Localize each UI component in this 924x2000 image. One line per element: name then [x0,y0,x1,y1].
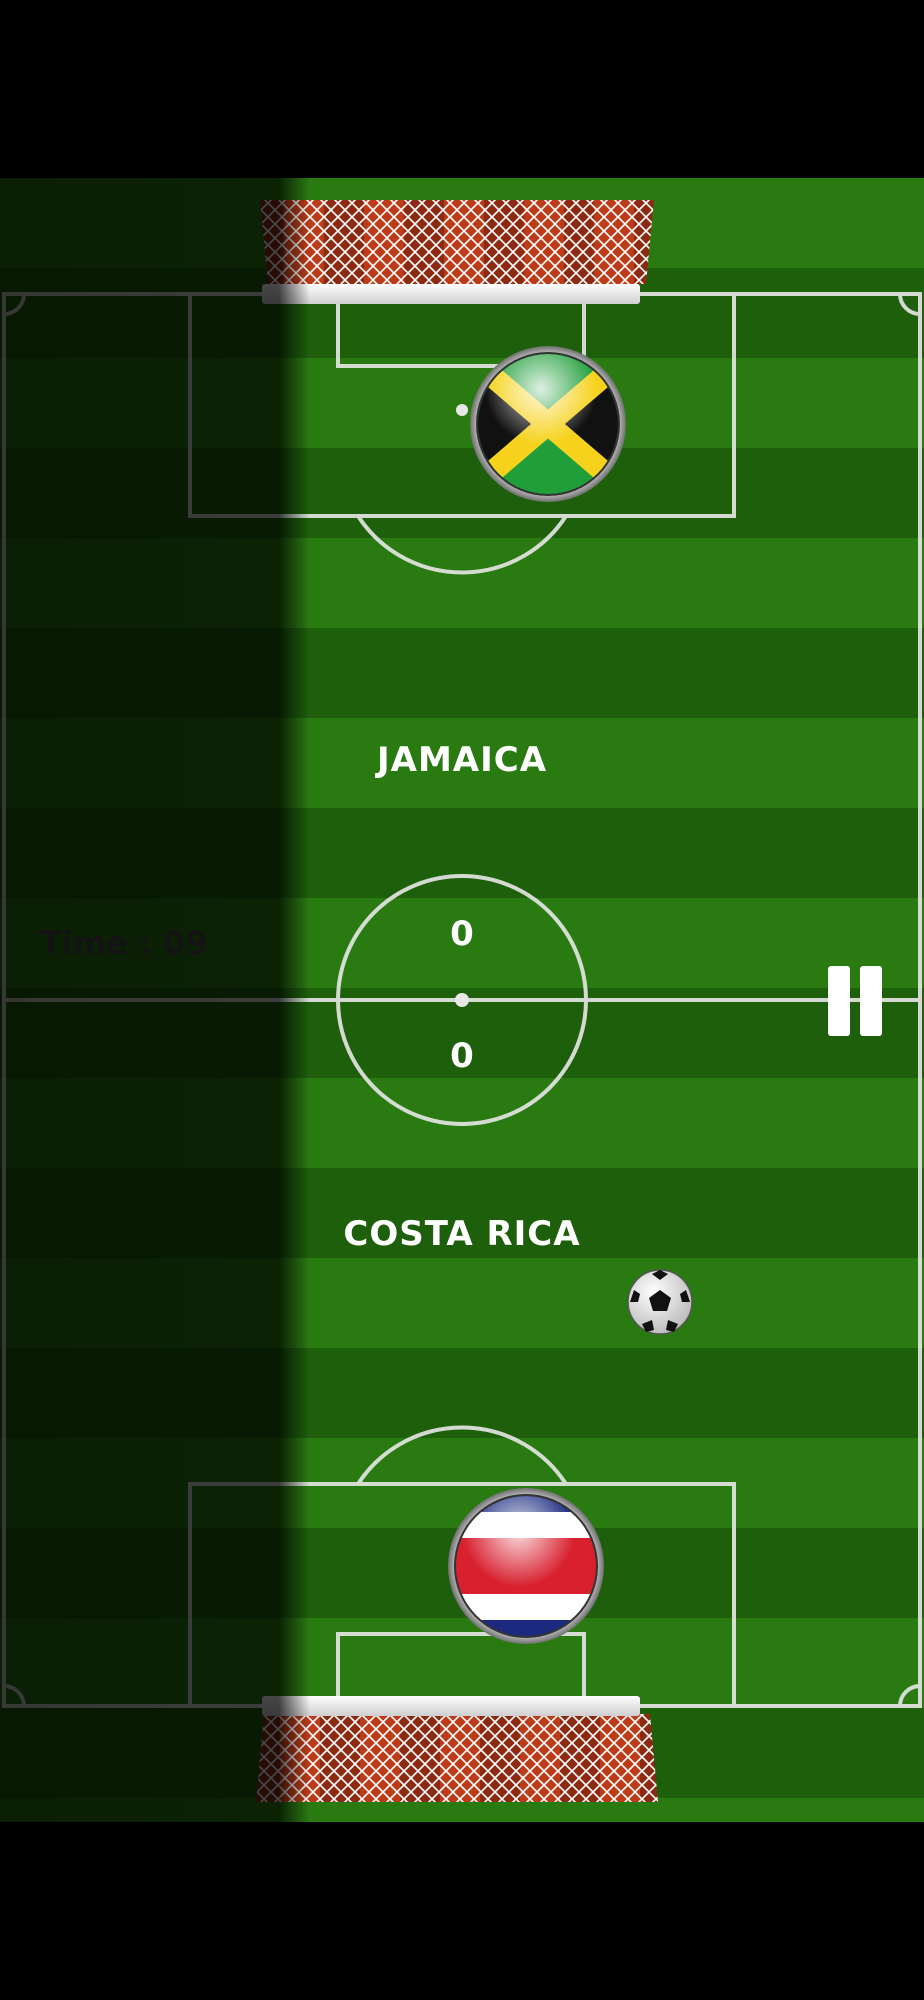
pause-icon [828,966,850,1036]
soccer-ball [627,1269,693,1335]
pause-button[interactable] [826,966,886,1036]
costa-rica-flag-puck[interactable] [446,1486,606,1646]
top-penalty-arc [356,514,568,575]
bottom-letterbox [0,1822,924,2000]
center-spot [455,993,469,1007]
bottom-penalty-arc [356,1425,568,1486]
top-goal-crossbar [262,284,640,304]
away-team-label: COSTA RICA [343,1214,581,1254]
top-goal-net [260,200,654,284]
home-team-label: JAMAICA [376,740,548,780]
away-score: 0 [450,1036,474,1076]
bottom-goal-net [256,1714,658,1802]
soccer-field: JAMAICA 0 0 COSTA RICA Time : 09 [0,178,924,1822]
match-timer: Time : 09 [40,924,208,962]
top-letterbox [0,0,924,178]
top-penalty-spot [456,404,468,416]
jamaica-flag-puck[interactable] [468,344,628,504]
pause-icon-bar [860,966,882,1036]
bottom-goal-crossbar [262,1696,640,1716]
